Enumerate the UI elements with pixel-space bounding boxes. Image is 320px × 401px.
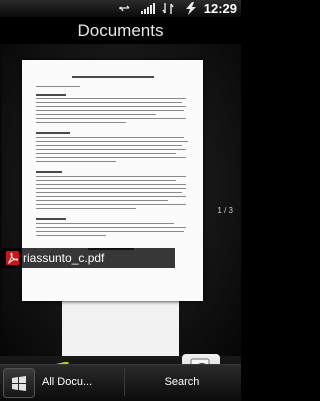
clock: 12:29 bbox=[203, 1, 237, 16]
status-bar: 12:29 bbox=[0, 0, 241, 17]
page-title: Documents bbox=[77, 21, 164, 40]
windows-start-button[interactable] bbox=[3, 368, 35, 398]
page-counter: 1 / 3 bbox=[217, 206, 233, 215]
data-icon bbox=[162, 2, 174, 15]
signal-icon bbox=[140, 2, 156, 15]
document-page-behind bbox=[62, 298, 179, 356]
pdf-icon bbox=[6, 251, 19, 265]
windows-logo-icon bbox=[11, 375, 27, 396]
battery-icon bbox=[182, 2, 200, 15]
all-documents-button[interactable]: All Docu... bbox=[36, 368, 120, 396]
search-button[interactable]: Search bbox=[124, 368, 239, 396]
viewer-edge bbox=[0, 44, 2, 344]
usb-icon bbox=[118, 2, 132, 15]
file-name: riassunto_c.pdf bbox=[23, 251, 105, 265]
